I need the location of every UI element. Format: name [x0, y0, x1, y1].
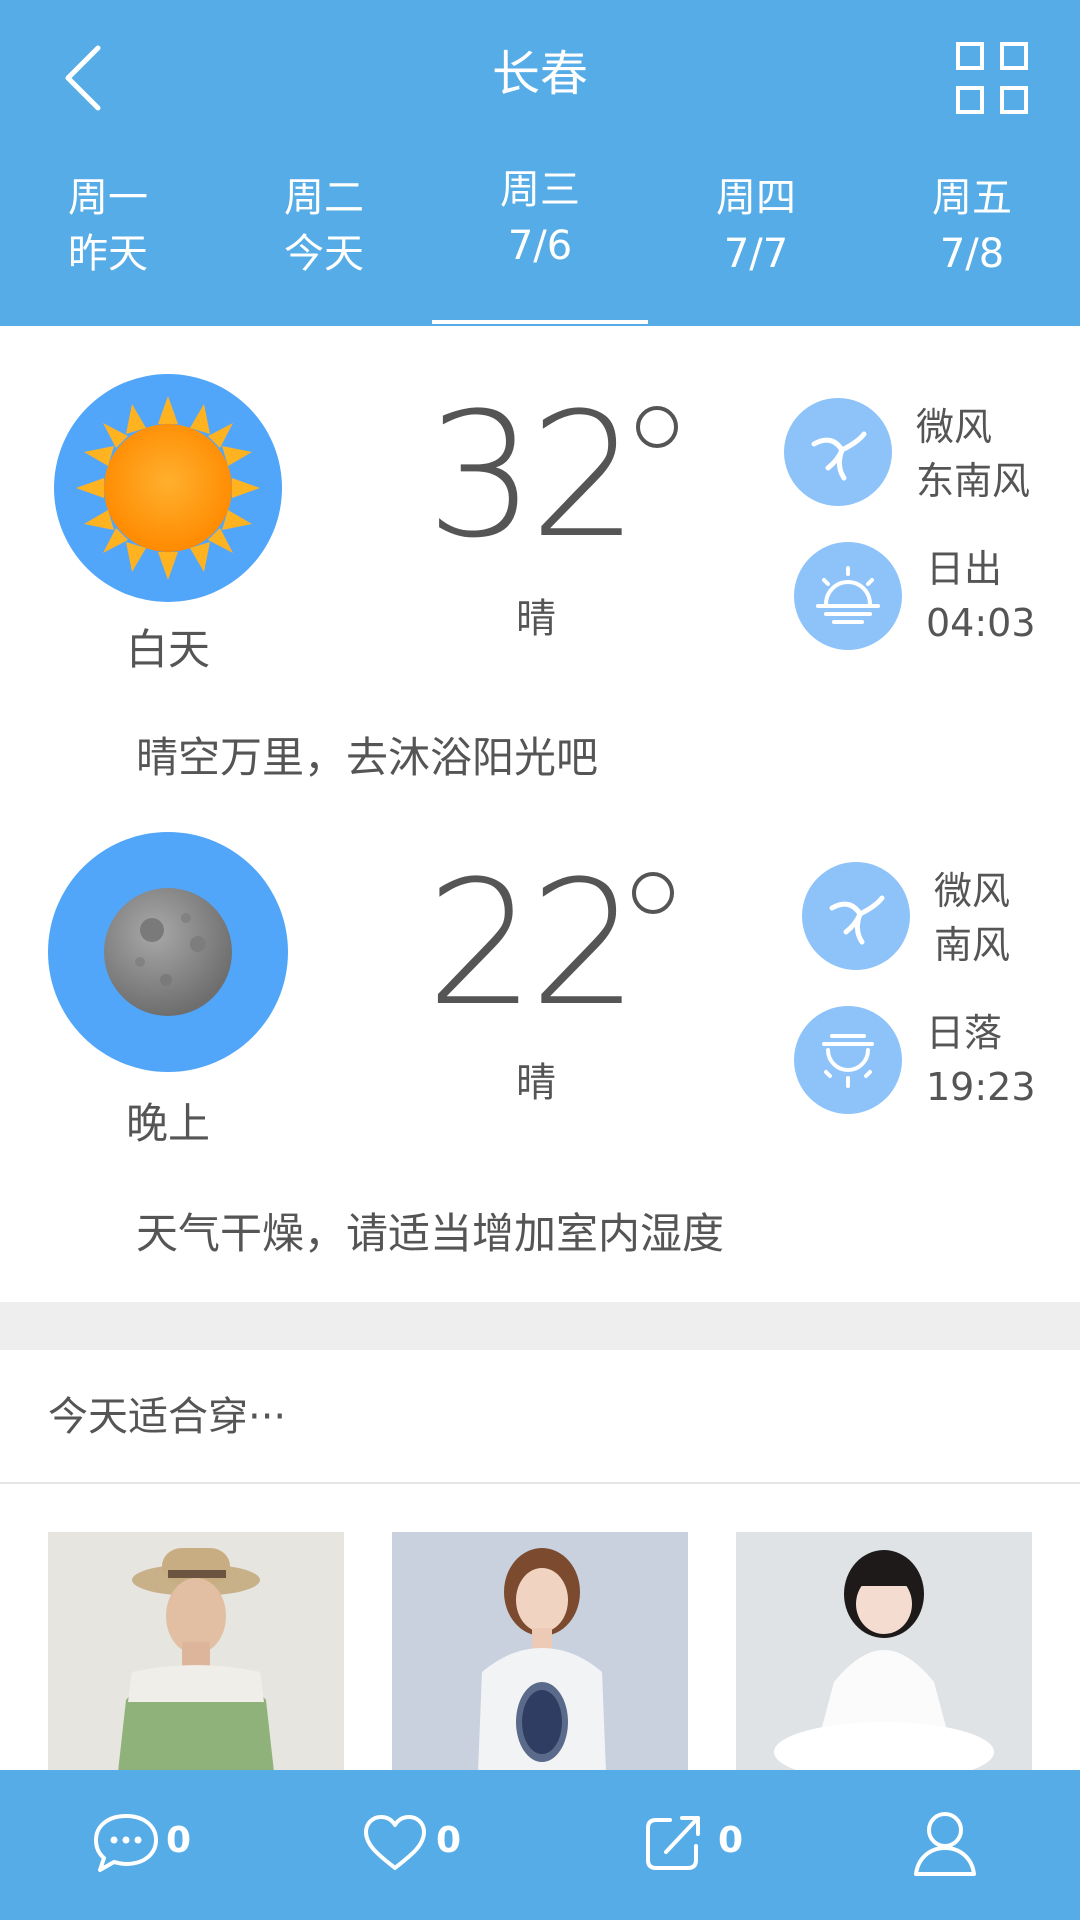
- user-icon: [914, 1812, 976, 1876]
- tab-date-label: 7/6: [507, 223, 573, 269]
- back-arrow-icon[interactable]: [52, 36, 124, 116]
- section-divider: [0, 1302, 1080, 1350]
- share-icon: [646, 1816, 700, 1870]
- tab-date-label: 7/8: [939, 231, 1005, 277]
- day-period-label: 白天: [125, 625, 210, 674]
- tab-date-label: 7/7: [723, 231, 789, 277]
- sunset-label: 日落: [926, 1011, 1003, 1055]
- tab-day-label: 周四: [716, 175, 796, 221]
- tab-day-label: 周一: [68, 175, 148, 221]
- tab-day-label: 周五: [932, 175, 1012, 221]
- sunrise-label: 日出: [926, 547, 1003, 591]
- sunrise-time: 04:03: [926, 601, 1036, 645]
- like-count: 0: [436, 1820, 462, 1861]
- share-button[interactable]: 0: [642, 1770, 762, 1920]
- night-forecast: 晚上 22 晴 微风 南风 日落 19:23 天气干燥，请适当增加室内湿度: [0, 806, 1080, 1302]
- night-tip: 天气干燥，请适当增加室内湿度: [136, 1209, 725, 1258]
- day-tabs: 周一 昨天 周二 今天 周三 7/6 周四 7/7 周五 7/8: [0, 167, 1080, 326]
- night-temperature: 22: [426, 843, 639, 1044]
- night-sun-info: 日落 19:23: [926, 1006, 1036, 1114]
- grid-icon[interactable]: [954, 40, 1034, 120]
- night-wind-direction: 南风: [934, 923, 1011, 967]
- tab-day-label: 周三: [500, 167, 580, 213]
- day-wind-direction: 东南风: [916, 459, 1031, 503]
- day-tip: 晴空万里，去沐浴阳光吧: [136, 733, 599, 782]
- divider-line: [0, 1482, 1080, 1484]
- active-tab-indicator: [432, 320, 648, 324]
- tab-monday[interactable]: 周一 昨天: [0, 170, 216, 326]
- night-period-label: 晚上: [125, 1099, 210, 1148]
- city-title: 长春: [491, 46, 588, 102]
- woman-white-dress-photo[interactable]: [392, 1532, 688, 1772]
- like-button[interactable]: 0: [360, 1770, 480, 1920]
- profile-button[interactable]: [912, 1770, 984, 1920]
- tab-day-label: 周二: [284, 175, 364, 221]
- wind-icon: [784, 398, 892, 506]
- degree-symbol: [636, 406, 678, 448]
- night-condition: 晴: [516, 1060, 556, 1106]
- girl-white-dress-photo[interactable]: [736, 1532, 1032, 1772]
- tab-wednesday[interactable]: 周三 7/6: [432, 167, 648, 326]
- wind-icon: [802, 862, 910, 970]
- day-wind-strength: 微风: [916, 405, 993, 449]
- night-wind-info: 微风 南风: [934, 864, 1010, 972]
- comment-icon: [94, 1814, 158, 1872]
- tab-tuesday[interactable]: 周二 今天: [216, 170, 432, 326]
- man-green-tshirt-photo[interactable]: [48, 1532, 344, 1772]
- day-forecast: 白天 32 晴 微风 东南风 日出 04:03 晴空万里，去沐浴阳光吧: [0, 326, 1080, 806]
- tab-thursday[interactable]: 周四 7/7: [648, 170, 864, 326]
- degree-symbol: [632, 872, 674, 914]
- comment-count: 0: [166, 1820, 192, 1861]
- sunset-time: 19:23: [926, 1065, 1036, 1109]
- sunset-icon: [794, 1006, 902, 1114]
- bottom-action-bar: 0 0 0: [0, 1770, 1080, 1920]
- night-wind-strength: 微风: [934, 869, 1011, 913]
- day-sun-info: 日出 04:03: [926, 542, 1036, 650]
- comment-button[interactable]: 0: [86, 1770, 206, 1920]
- tab-friday[interactable]: 周五 7/8: [864, 170, 1080, 326]
- sunrise-icon: [794, 542, 902, 650]
- clothing-title: 今天适合穿···: [48, 1394, 287, 1440]
- share-count: 0: [718, 1820, 744, 1861]
- moon-icon: [48, 832, 288, 1072]
- header: 长春 周一 昨天 周二 今天 周三 7/6 周四 7/7 周五 7/8: [0, 0, 1080, 326]
- heart-icon: [364, 1815, 426, 1870]
- tab-date-label: 今天: [284, 231, 364, 277]
- day-wind-info: 微风 东南风: [916, 400, 1030, 508]
- tab-date-label: 昨天: [68, 231, 148, 277]
- day-temperature: 32: [426, 375, 639, 576]
- day-condition: 晴: [516, 596, 556, 642]
- sun-icon: [54, 374, 282, 602]
